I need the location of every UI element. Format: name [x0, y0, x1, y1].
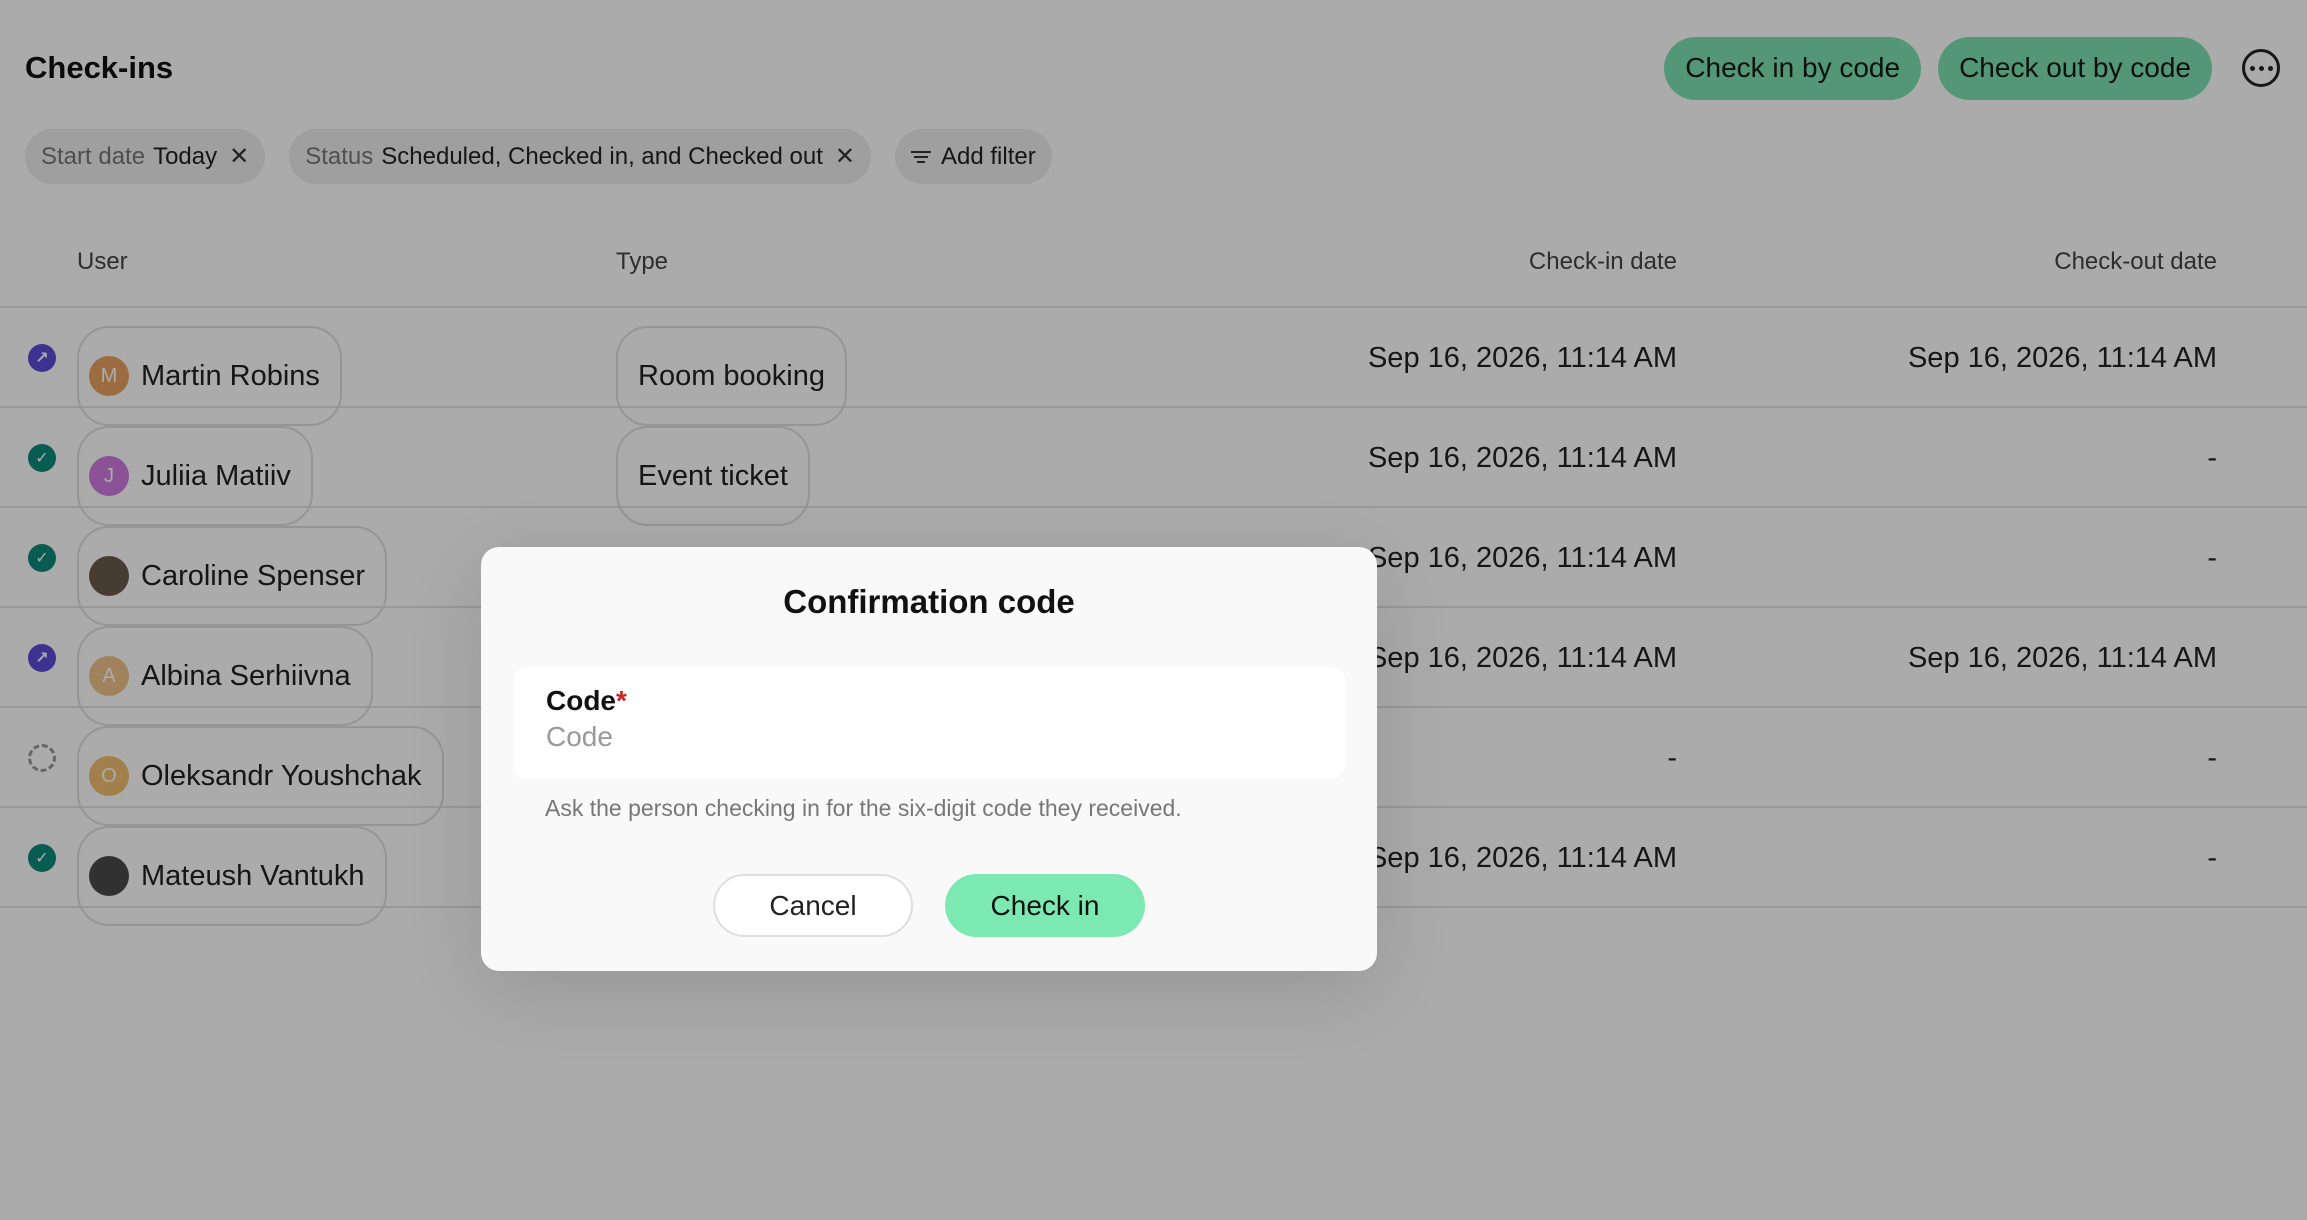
code-field-label: Code*	[546, 685, 627, 716]
code-input[interactable]	[546, 721, 1312, 753]
confirmation-code-dialog: Confirmation code Code* Ask the person c…	[481, 547, 1377, 971]
dialog-title: Confirmation code	[783, 583, 1075, 620]
dialog-actions: Cancel Check in	[481, 874, 1377, 937]
code-field[interactable]: Code*	[513, 667, 1345, 779]
required-marker: *	[616, 685, 627, 716]
code-helper-text: Ask the person checking in for the six-d…	[545, 795, 1182, 821]
check-in-button[interactable]: Check in	[945, 874, 1145, 937]
cancel-button[interactable]: Cancel	[713, 874, 913, 937]
